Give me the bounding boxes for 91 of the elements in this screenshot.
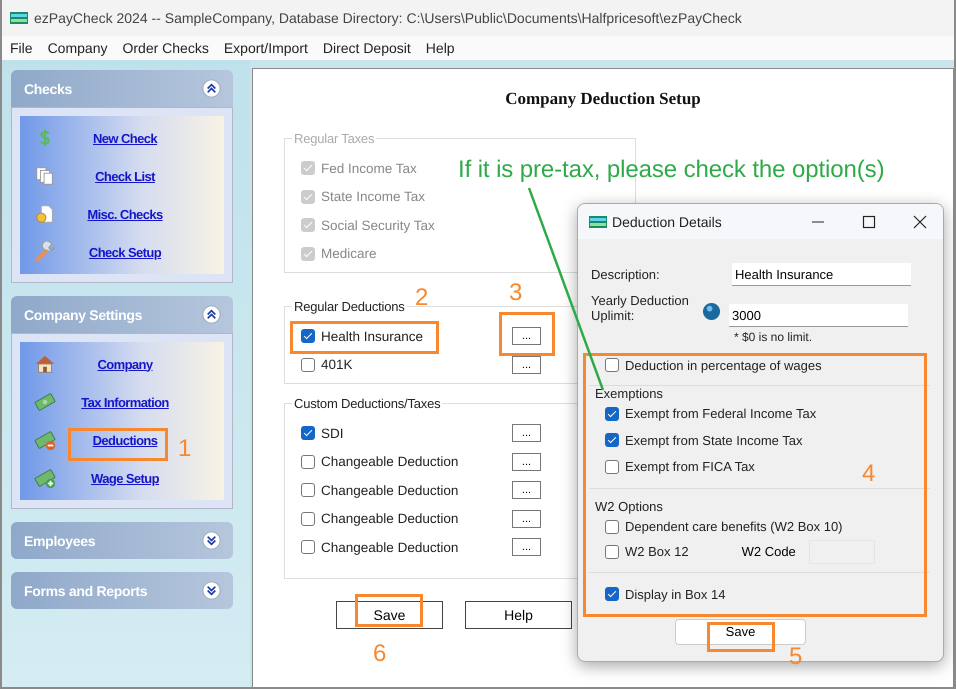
wrench-icon (34, 241, 56, 263)
checkbox-label[interactable]: Changeable Deduction (321, 540, 458, 555)
panel-title: Checks (24, 80, 72, 96)
checkbox-label[interactable]: Exempt from FICA Tax (625, 459, 755, 474)
checkbox[interactable] (301, 358, 315, 372)
field-label: Yearly Deduction Uplimit: (591, 293, 690, 323)
menu-item[interactable]: Help (426, 40, 455, 56)
collapse-icon[interactable] (202, 305, 221, 324)
checkbox-label[interactable]: SDI (321, 426, 344, 441)
checkbox[interactable] (605, 460, 619, 474)
checkbox-label[interactable]: W2 Box 12 (625, 544, 689, 559)
sidebar-link[interactable]: Check Setup (56, 244, 224, 260)
expand-icon[interactable] (202, 581, 221, 600)
menu-item[interactable]: File (10, 40, 33, 56)
details-button[interactable]: ... (512, 481, 541, 500)
details-button[interactable]: ... (512, 424, 541, 442)
hint-text: * $0 is no limit. (734, 330, 814, 344)
section-title: Exemptions (595, 386, 664, 400)
checkbox-label[interactable]: Dependent care benefits (W2 Box 10) (625, 519, 843, 534)
highlight-box (355, 594, 423, 627)
details-button[interactable]: ... (512, 510, 541, 528)
menu-item[interactable]: Order Checks (122, 40, 209, 56)
house-icon (34, 353, 56, 375)
checkbox-label[interactable]: Display in Box 14 (625, 586, 726, 602)
sidebar-link[interactable]: Check List (56, 168, 224, 184)
step-number: 4 (862, 462, 876, 486)
menu-item[interactable]: Direct Deposit (322, 40, 411, 56)
sidebar-link[interactable]: Company (56, 356, 224, 372)
highlight-box (499, 312, 555, 356)
details-button[interactable]: ... (512, 452, 541, 471)
sidebar-link[interactable]: Tax Information (56, 394, 224, 410)
checkbox-label[interactable]: Health Insurance (321, 328, 424, 344)
menu-item[interactable]: Export/Import (224, 40, 308, 56)
checkbox-label[interactable]: Deduction in percentage of wages (625, 358, 822, 373)
checkbox-label[interactable]: Exempt from State Income Tax (625, 432, 802, 448)
checkbox-label[interactable]: Changeable Deduction (321, 482, 458, 498)
checkbox-label[interactable]: Changeable Deduction (321, 454, 458, 470)
checkbox[interactable] (301, 512, 315, 526)
highlight-box (707, 622, 775, 652)
checkbox[interactable] (301, 454, 315, 469)
step-number: 2 (415, 286, 428, 310)
field-label: Description: (591, 267, 661, 282)
sidebar-link[interactable]: Misc. Checks (56, 206, 224, 222)
dialog-title: Deduction Details (612, 214, 723, 230)
pages-icon (34, 165, 56, 187)
maximize-icon[interactable] (862, 214, 876, 228)
collapse-icon[interactable] (202, 79, 221, 98)
details-button[interactable]: ... (512, 356, 541, 374)
checkbox[interactable] (605, 358, 619, 372)
checkbox[interactable] (605, 433, 619, 448)
checkbox-label[interactable]: 401K (321, 357, 353, 372)
page-title: Company Deduction Setup (504, 89, 702, 109)
sidebar-link[interactable]: Wage Setup (56, 470, 224, 486)
details-button[interactable]: ... (512, 327, 541, 346)
field-label: W2 Code (742, 544, 796, 559)
step-number: 5 (789, 645, 802, 669)
step-number: 1 (178, 437, 192, 461)
step-number: 6 (373, 642, 386, 666)
description-field[interactable]: Health Insurance (732, 263, 911, 286)
checkbox[interactable] (301, 540, 315, 554)
checkbox[interactable] (605, 520, 619, 534)
section-title: W2 Options (595, 499, 664, 514)
app-icon (10, 12, 28, 24)
checkbox[interactable] (605, 406, 619, 421)
checkbox[interactable] (301, 329, 315, 344)
step-number: 3 (509, 281, 522, 305)
checkbox-label[interactable]: Exempt from Federal Income Tax (625, 406, 816, 422)
save-button[interactable]: Save (675, 618, 806, 644)
checkbox[interactable] (301, 483, 315, 498)
callout-text: If it is pre-tax, please check the option(s) (458, 156, 884, 184)
panel-title: Company Settings (24, 306, 142, 322)
menu-item[interactable]: Company (48, 40, 108, 56)
document-icon (34, 203, 56, 225)
close-icon[interactable] (913, 214, 927, 228)
checkbox[interactable] (605, 587, 619, 602)
group-title: Regular Taxes (293, 131, 376, 146)
group-title: Regular Deductions (293, 299, 406, 314)
details-button[interactable]: ... (512, 538, 541, 556)
sidebar-link[interactable]: New Check (56, 130, 224, 146)
app-icon (589, 216, 607, 228)
checkbox-label[interactable]: Changeable Deduction (321, 511, 458, 526)
help-icon[interactable] (702, 302, 721, 321)
group-title: Custom Deductions/Taxes (293, 396, 442, 411)
checkbox[interactable] (605, 544, 619, 558)
panel-title: Forms and Reports (24, 582, 148, 598)
expand-icon[interactable] (202, 531, 221, 550)
panel-title: Employees (24, 532, 96, 548)
limit-field[interactable]: 3000 (729, 304, 908, 327)
window-title: ezPayCheck 2024 -- SampleCompany, Database Directory: C:\Users\Public\Documents\Halfpricesoft\ezPayCheck (34, 10, 742, 26)
form-button[interactable]: Help (465, 600, 572, 628)
checkbox[interactable] (301, 426, 315, 440)
